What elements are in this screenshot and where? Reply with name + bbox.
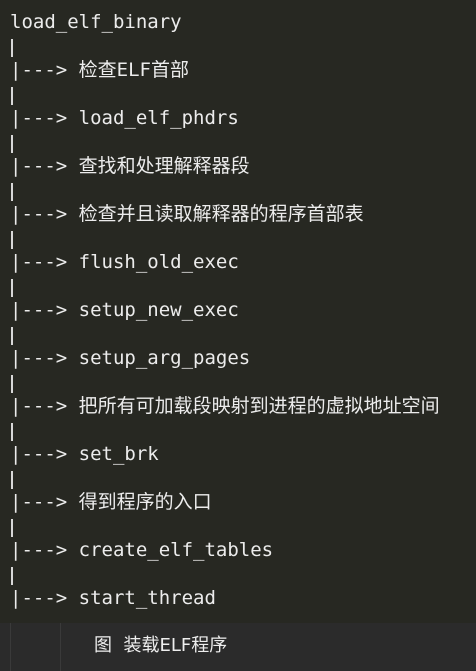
tree-connector (11, 375, 13, 393)
indent-guide (10, 623, 11, 671)
step-label: 把所有可加载段映射到进程的虚拟地址空间 (78, 395, 440, 417)
caption-strip: 图 装载ELF程序 (0, 623, 476, 671)
branch-prefix: |---> (10, 443, 79, 465)
step-label: create_elf_tables (78, 539, 274, 561)
tree-connector (11, 519, 13, 537)
step-label: start_thread (78, 587, 216, 609)
branch-prefix: |---> (10, 347, 79, 369)
tree-connector (11, 183, 13, 201)
tree-step-12: |---> start_thread (10, 586, 216, 610)
tree-step-7: |---> setup_arg_pages (10, 346, 250, 370)
code-panel: load_elf_binary |---> 检查ELF首部 |---> load… (0, 0, 476, 623)
step-label: set_brk (78, 443, 159, 465)
branch-prefix: |---> (10, 107, 79, 129)
tree-step-4: |---> 检查并且读取解释器的程序首部表 (10, 202, 364, 226)
step-label: 检查ELF首部 (78, 59, 189, 81)
branch-prefix: |---> (10, 155, 79, 177)
branch-prefix: |---> (10, 299, 79, 321)
tree-step-8: |---> 把所有可加载段映射到进程的虚拟地址空间 (10, 394, 440, 418)
indent-guide (60, 623, 61, 671)
branch-prefix: |---> (10, 587, 79, 609)
tree-connector (11, 87, 13, 105)
tree-step-5: |---> flush_old_exec (10, 250, 239, 274)
branch-prefix: |---> (10, 59, 79, 81)
tree-step-9: |---> set_brk (10, 442, 159, 466)
figure-caption: 图 装载ELF程序 (94, 635, 228, 656)
branch-prefix: |---> (10, 395, 79, 417)
tree-step-6: |---> setup_new_exec (10, 298, 239, 322)
tree-connector (11, 327, 13, 345)
tree-connector (11, 471, 13, 489)
step-label: setup_new_exec (78, 299, 239, 321)
tree-step-10: |---> 得到程序的入口 (10, 490, 212, 514)
tree-connector (11, 231, 13, 249)
step-label: 检查并且读取解释器的程序首部表 (78, 203, 364, 225)
tree-step-2: |---> load_elf_phdrs (10, 106, 239, 130)
tree-connector (11, 567, 13, 585)
tree-connector (11, 423, 13, 441)
branch-prefix: |---> (10, 251, 79, 273)
branch-prefix: |---> (10, 491, 79, 513)
tree-connector (11, 279, 13, 297)
root-function: load_elf_binary (10, 11, 182, 33)
step-label: 查找和处理解释器段 (78, 155, 250, 177)
branch-prefix: |---> (10, 539, 79, 561)
tree-step-1: |---> 检查ELF首部 (10, 58, 189, 82)
tree-connector (11, 39, 13, 57)
tree-step-11: |---> create_elf_tables (10, 538, 273, 562)
step-label: setup_arg_pages (78, 347, 251, 369)
step-label: 得到程序的入口 (78, 491, 212, 513)
step-label: load_elf_phdrs (78, 107, 239, 129)
tree-step-3: |---> 查找和处理解释器段 (10, 154, 250, 178)
branch-prefix: |---> (10, 203, 79, 225)
step-label: flush_old_exec (78, 251, 239, 273)
tree-connector (11, 135, 13, 153)
